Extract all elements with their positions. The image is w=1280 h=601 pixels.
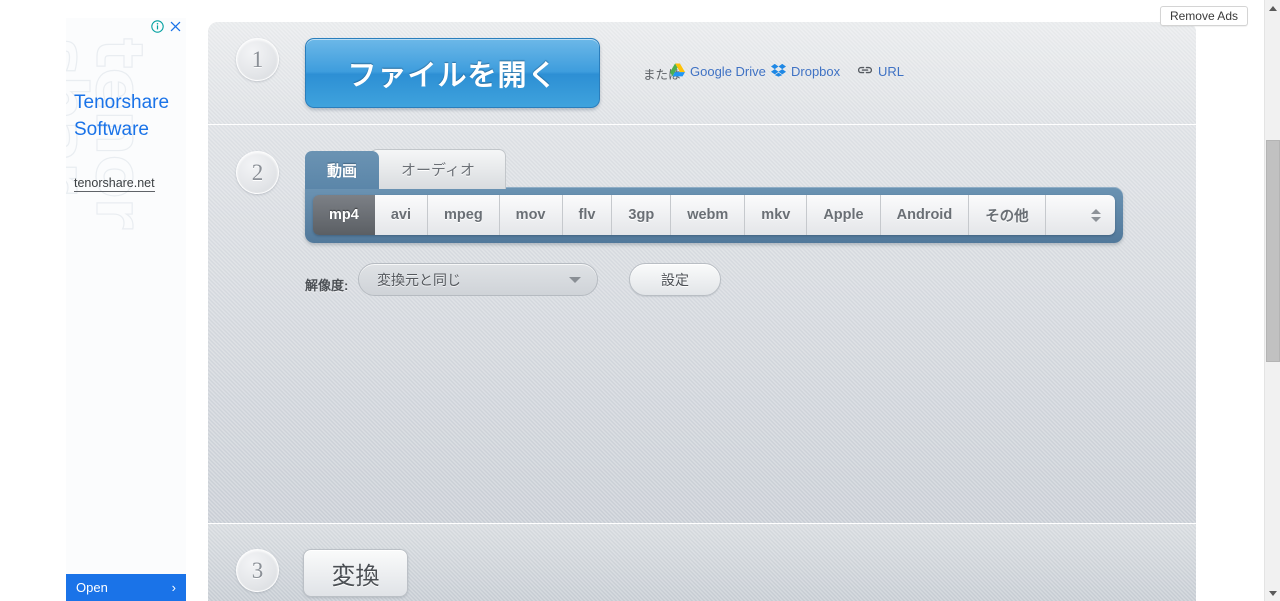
ad-title[interactable]: Tenorshare Software: [74, 90, 184, 144]
google-drive-label: Google Drive: [690, 64, 766, 79]
dropbox-link[interactable]: Dropbox: [771, 63, 840, 80]
format-button-mpeg[interactable]: mpeg: [428, 195, 500, 235]
format-button-mkv[interactable]: mkv: [745, 195, 808, 235]
caret-down-icon: [569, 276, 581, 283]
close-icon[interactable]: [169, 20, 182, 33]
resolution-select[interactable]: 変換元と同じ: [358, 263, 598, 296]
dropbox-icon: [771, 63, 786, 80]
format-list: mp4 avi mpeg mov flv 3gp webm mkv Apple …: [313, 195, 1115, 235]
remove-ads-button[interactable]: Remove Ads: [1159, 6, 1248, 26]
google-drive-icon: [670, 63, 685, 80]
format-button-webm[interactable]: webm: [671, 195, 746, 235]
open-file-label: ファイルを開く: [347, 60, 558, 92]
format-selector-bar: mp4 avi mpeg mov flv 3gp webm mkv Apple …: [305, 187, 1123, 243]
tab-video[interactable]: 動画: [305, 151, 380, 189]
ad-controls: [151, 20, 182, 33]
link-icon: [857, 63, 873, 80]
open-file-button[interactable]: ファイルを開く: [305, 38, 600, 108]
format-button-mp4[interactable]: mp4: [313, 195, 375, 235]
step-number-3: 3: [236, 549, 279, 592]
convert-label: 変換: [331, 562, 380, 590]
settings-button[interactable]: 設定: [629, 263, 721, 296]
scroll-thumb[interactable]: [1266, 140, 1280, 362]
tab-video-label: 動画: [327, 162, 358, 180]
resolution-value: 変換元と同じ: [377, 271, 461, 288]
format-label: mp4: [329, 207, 359, 223]
format-scroll-spinner[interactable]: [1045, 195, 1115, 235]
format-label: mpeg: [444, 207, 483, 223]
google-drive-link[interactable]: Google Drive: [670, 63, 766, 80]
ad-sidebar[interactable]: tenorshare.net tenorshare.net tenorshare…: [66, 18, 186, 601]
tab-audio-label: オーディオ: [401, 162, 475, 179]
format-button-avi[interactable]: avi: [374, 195, 428, 235]
format-label: mov: [515, 207, 546, 223]
format-label: Android: [896, 207, 953, 223]
info-icon[interactable]: [151, 20, 164, 33]
format-label: webm: [687, 207, 729, 223]
scroll-up-arrow-icon[interactable]: [1265, 0, 1280, 16]
page-root: tenorshare.net tenorshare.net tenorshare…: [0, 0, 1280, 601]
section-format-options: 2 動画 オーディオ mp4 avi mpeg mov flv 3gp webm: [208, 125, 1196, 523]
section-convert: 3 変換: [208, 524, 1196, 601]
converter-panel: 1 ファイルを開く または Google Drive Dropbox URL 2…: [208, 22, 1196, 601]
ad-cta-label: Open: [76, 580, 108, 595]
format-button-mov[interactable]: mov: [499, 195, 563, 235]
format-label: Apple: [823, 207, 864, 223]
up-down-spinner-icon: [1091, 208, 1101, 222]
step-number-1: 1: [236, 38, 279, 81]
ad-cta-button[interactable]: Open ›: [66, 574, 186, 601]
page-scrollbar[interactable]: [1264, 0, 1280, 601]
convert-button[interactable]: 変換: [303, 549, 408, 597]
format-label: 3gp: [628, 207, 655, 223]
remove-ads-label: Remove Ads: [1169, 9, 1238, 23]
section-open-file: 1 ファイルを開く または Google Drive Dropbox URL: [208, 22, 1196, 124]
url-link[interactable]: URL: [857, 63, 904, 80]
step-number-2: 2: [236, 151, 279, 194]
format-button-3gp[interactable]: 3gp: [612, 195, 672, 235]
format-label: flv: [578, 207, 596, 223]
format-button-other[interactable]: その他: [969, 195, 1046, 235]
format-button-flv[interactable]: flv: [562, 195, 613, 235]
ad-display-url[interactable]: tenorshare.net: [74, 176, 155, 192]
tab-audio[interactable]: オーディオ: [370, 149, 506, 189]
dropbox-label: Dropbox: [791, 64, 841, 79]
resolution-label: 解像度:: [305, 278, 349, 293]
scroll-down-arrow-icon[interactable]: [1265, 585, 1280, 601]
media-type-tabs: 動画 オーディオ: [305, 149, 506, 189]
format-label: avi: [390, 207, 411, 223]
format-label: その他: [985, 208, 1029, 225]
url-label: URL: [878, 64, 905, 79]
format-button-android[interactable]: Android: [880, 195, 970, 235]
chevron-right-icon: ›: [171, 580, 176, 595]
format-button-apple[interactable]: Apple: [807, 195, 881, 235]
format-label: mkv: [761, 207, 791, 223]
settings-label: 設定: [661, 271, 689, 288]
